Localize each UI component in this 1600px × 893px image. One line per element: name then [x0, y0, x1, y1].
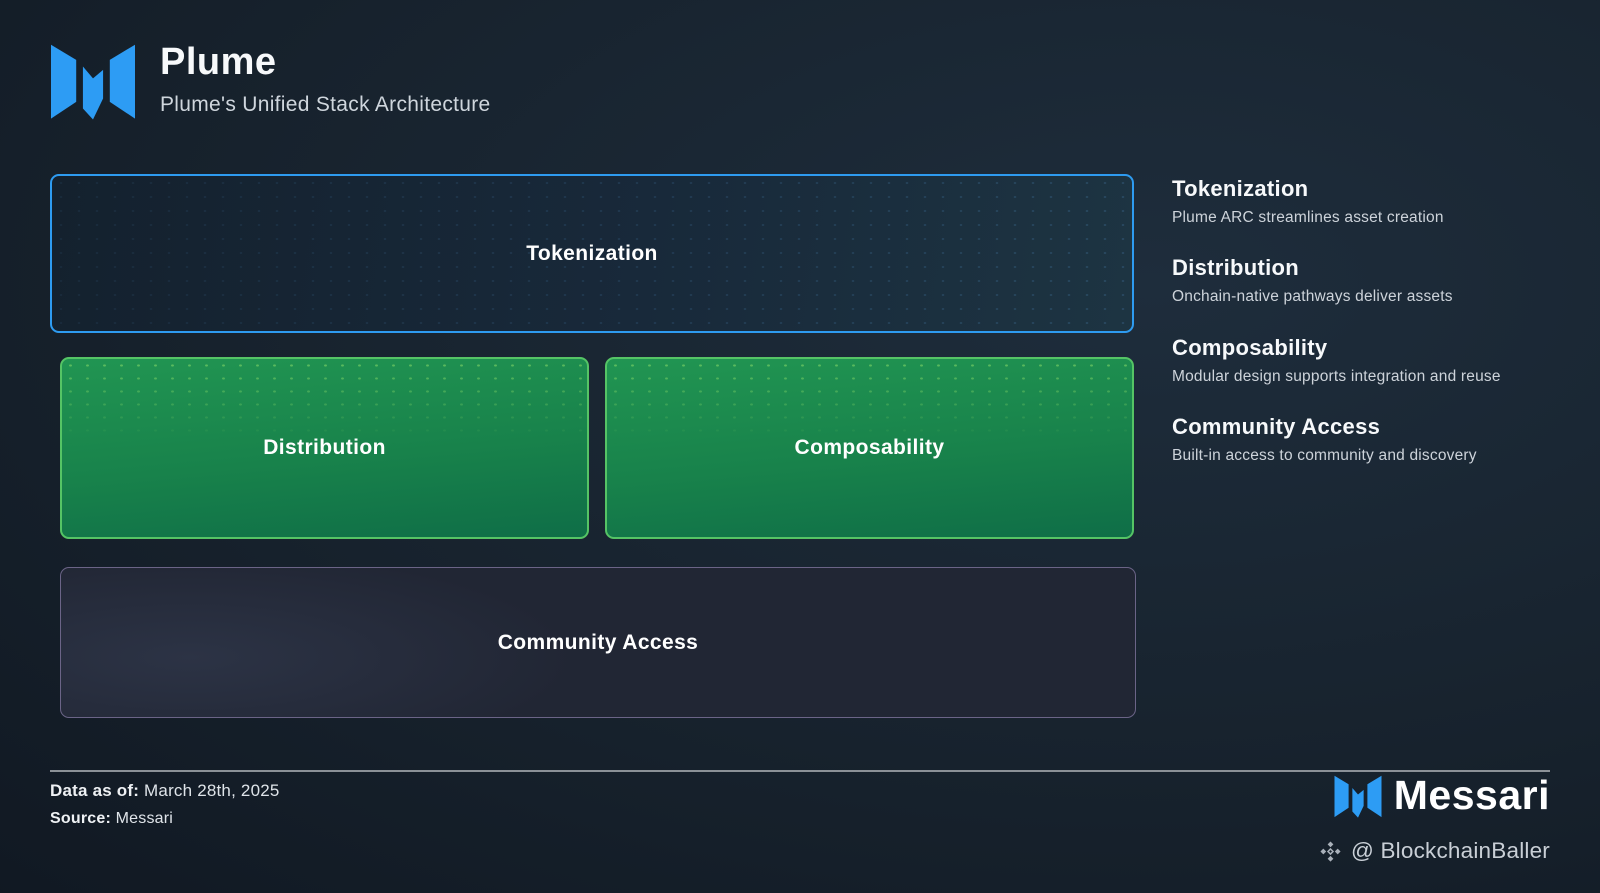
description-text: Plume ARC streamlines asset creation — [1172, 209, 1444, 226]
layer-distribution: Distribution — [60, 357, 589, 539]
page-title: Plume — [160, 41, 277, 83]
source-value: Messari — [115, 810, 174, 827]
page-subtitle: Plume's Unified Stack Architecture — [160, 92, 491, 116]
data-as-of-label: Data as of: — [50, 781, 140, 800]
messari-m-logo-icon — [1334, 775, 1382, 818]
diamond-cluster-icon — [1320, 840, 1341, 862]
messari-brand: Messari — [1334, 772, 1550, 819]
description-text: Modular design supports integration and … — [1172, 367, 1501, 385]
header-text: Plume Plume's Unified Stack Architecture — [160, 38, 491, 117]
description-title: Community Access — [1172, 414, 1381, 440]
description-distribution: Distribution Onchain-native pathways del… — [1172, 255, 1524, 307]
description-title: Composability — [1172, 334, 1328, 360]
description-tokenization: Tokenization Plume ARC streamlines asset… — [1172, 176, 1524, 228]
description-community-access: Community Access Built-in access to comm… — [1172, 414, 1524, 466]
description-text: Onchain-native pathways deliver assets — [1172, 288, 1453, 306]
layer-distribution-label: Distribution — [263, 436, 386, 459]
layer-community-access-label: Community Access — [497, 630, 699, 654]
description-title: Distribution — [1172, 255, 1300, 281]
data-as-of-line: Data as of: March 28th, 2025 — [50, 781, 280, 801]
messari-wordmark: Messari — [1393, 772, 1550, 818]
footer-divider — [50, 770, 1550, 772]
description-composability: Composability Modular design supports in… — [1172, 335, 1524, 387]
layer-composability: Composability — [605, 357, 1134, 539]
layer-community-access: Community Access — [60, 567, 1136, 718]
layer-tokenization-label: Tokenization — [526, 241, 658, 265]
credit-handle: @ BlockchainBaller — [1350, 838, 1550, 863]
source-line: Source: Messari — [50, 810, 280, 828]
infographic-canvas: Plume Plume's Unified Stack Architecture… — [0, 0, 1600, 893]
layer-composability-label: Composability — [794, 436, 945, 459]
description-text: Built-in access to community and discove… — [1172, 447, 1477, 465]
author-credit: @ BlockchainBaller — [1319, 838, 1550, 864]
description-column: Tokenization Plume ARC streamlines asset… — [1172, 176, 1524, 494]
layer-tokenization: Tokenization — [50, 174, 1134, 333]
header: Plume Plume's Unified Stack Architecture — [50, 38, 491, 122]
description-title: Tokenization — [1172, 176, 1309, 201]
footer-meta: Data as of: March 28th, 2025 Source: Mes… — [50, 781, 280, 837]
messari-m-logo-icon — [51, 44, 135, 120]
source-label: Source: — [50, 810, 111, 827]
data-as-of-value: March 28th, 2025 — [144, 781, 280, 800]
